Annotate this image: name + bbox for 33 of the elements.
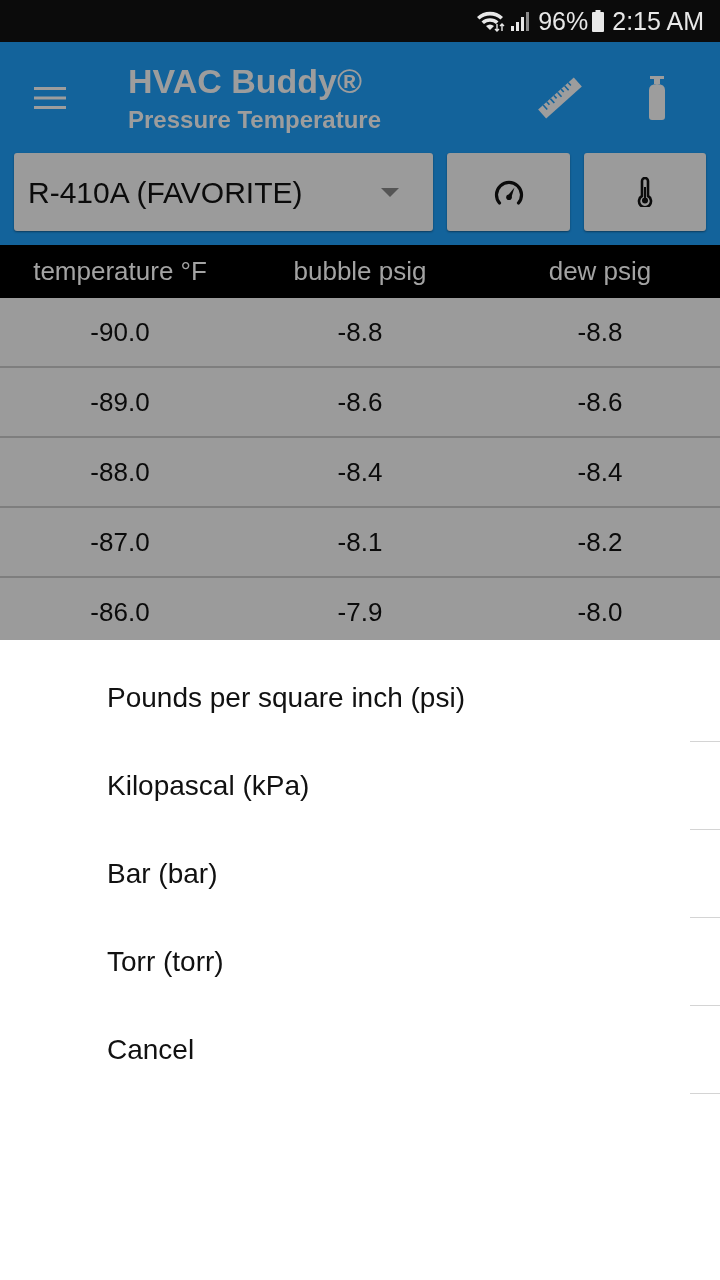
refrigerant-dropdown[interactable]: R-410A (FAVORITE) xyxy=(14,153,433,231)
cylinder-button[interactable] xyxy=(646,75,668,120)
table-cell-text: -7.9 xyxy=(336,595,384,629)
table-cell-text: -89.0 xyxy=(89,385,151,419)
dew-header: dew psig xyxy=(547,255,653,288)
temperature-unit-button[interactable] xyxy=(584,153,706,231)
battery-icon xyxy=(592,10,605,32)
signal-icon xyxy=(510,11,531,31)
app-title: HVAC Buddy® xyxy=(128,60,364,101)
table-cell-text: -8.2 xyxy=(576,525,624,559)
table-cell-text: -8.4 xyxy=(336,455,384,489)
table-cell-text: -90.0 xyxy=(89,315,151,349)
bubble-header: bubble psig xyxy=(292,255,428,288)
table-cell-text: -8.0 xyxy=(576,595,624,629)
table-cell-text: -8.4 xyxy=(576,455,624,489)
table-cell-text: -87.0 xyxy=(89,525,151,559)
battery-percent: 96% xyxy=(538,8,589,34)
table-cell-text: -8.6 xyxy=(336,385,384,419)
gauge-icon xyxy=(493,179,524,205)
table-cell-text: -88.0 xyxy=(89,455,151,489)
temperature-header: temperature °F xyxy=(32,255,208,288)
wifi-icon xyxy=(476,10,507,32)
clock-time: 2:15 AM xyxy=(612,8,704,34)
menu-button[interactable] xyxy=(34,85,66,110)
table-cell-text: -86.0 xyxy=(89,595,151,629)
table-cell-text: -8.6 xyxy=(576,385,624,419)
table-cell-text: -8.8 xyxy=(336,315,384,349)
dropdown-caret-icon xyxy=(381,187,399,197)
thermometer-icon xyxy=(637,177,653,207)
table-cell-text: -8.1 xyxy=(336,525,384,559)
pressure-unit-button[interactable] xyxy=(447,153,570,231)
screen-subtitle: Pressure Temperature xyxy=(128,104,381,135)
table-cell-text: -8.8 xyxy=(576,315,624,349)
